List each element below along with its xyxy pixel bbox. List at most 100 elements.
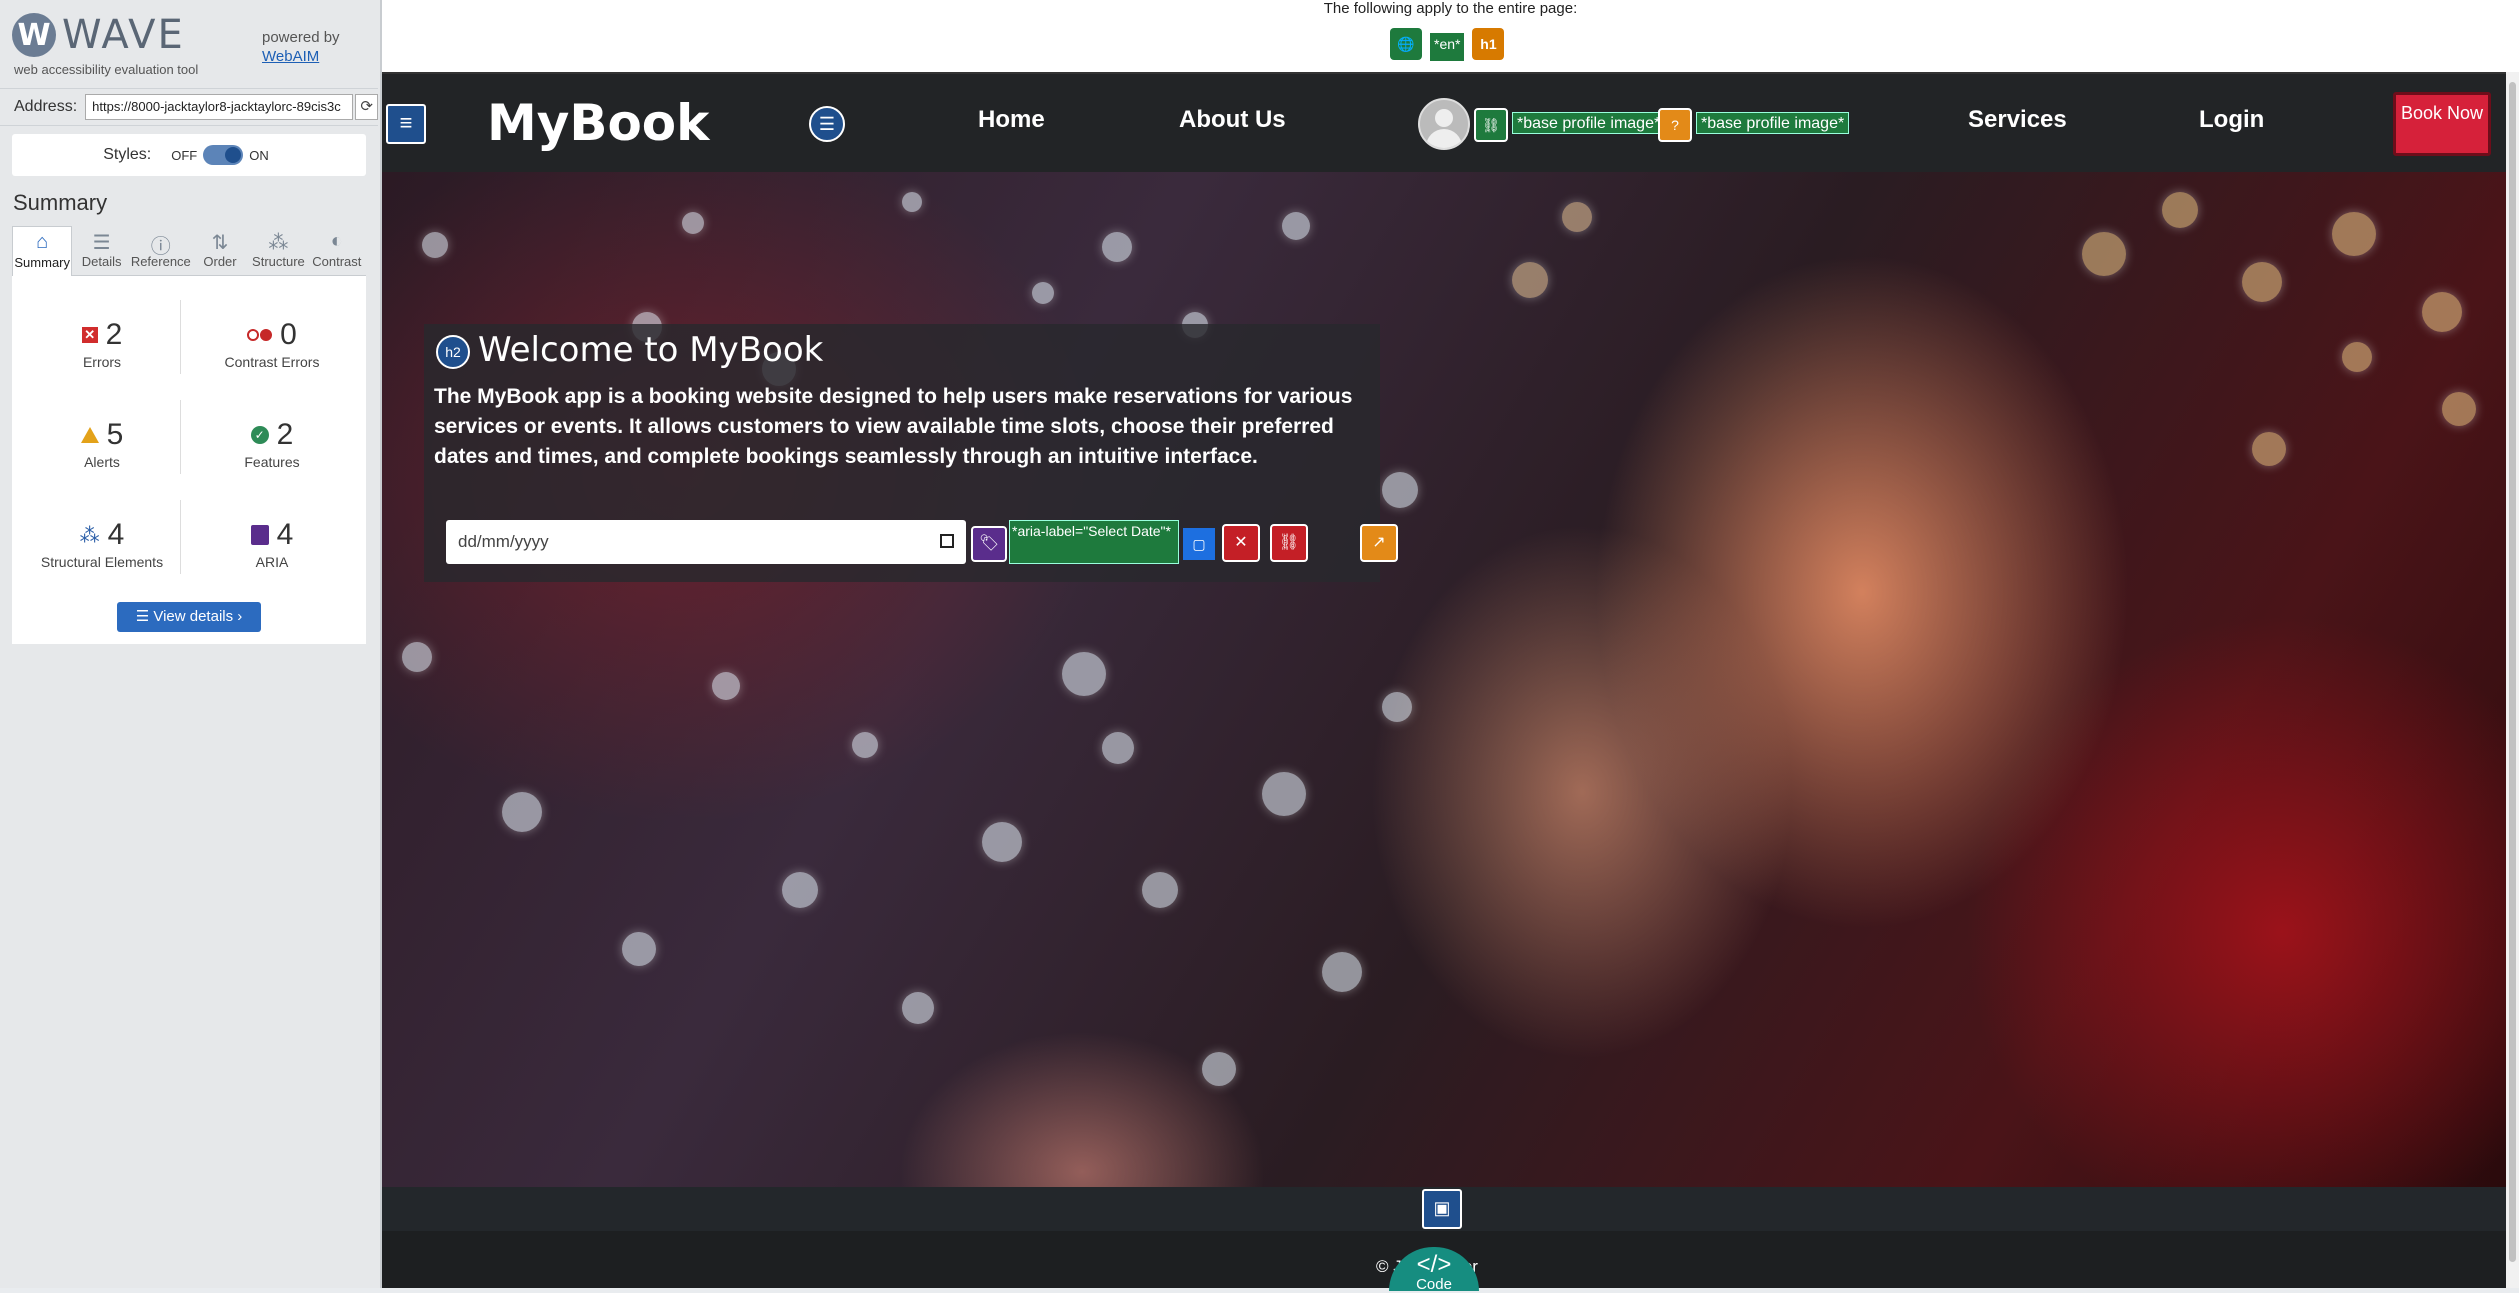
bokeh-light	[1062, 652, 1106, 696]
contrast-errors-label: Contrast Errors	[224, 354, 320, 370]
aria-label-icon[interactable]: 🏷	[971, 526, 1007, 562]
alt-text-label: *base profile image*	[1696, 112, 1850, 134]
stat-errors[interactable]: ✕ 2 Errors	[22, 318, 182, 370]
tab-details-label: Details	[81, 254, 122, 269]
styles-toggle-box: Styles: OFF ON	[12, 134, 366, 176]
wave-logo: W WAVE	[12, 12, 185, 58]
bokeh-light	[1032, 282, 1054, 304]
bokeh-light	[1282, 212, 1310, 240]
hero-section: h2 Welcome to MyBook The MyBook app is a…	[382, 172, 2506, 1187]
page-scrollbar[interactable]	[2506, 72, 2519, 1288]
bokeh-light	[502, 792, 542, 832]
tab-order[interactable]: ⇅ Order	[190, 226, 250, 276]
tab-contrast-label: Contrast	[312, 254, 362, 269]
summary-panel: ✕ 2 Errors 0 Contrast Errors 5 Alerts ✓ 2 …	[12, 276, 366, 644]
bokeh-light	[2252, 432, 2286, 466]
bokeh-light	[712, 672, 740, 700]
aria-label: ARIA	[255, 554, 289, 570]
view-details-button[interactable]: ☰ View details ›	[117, 602, 261, 632]
toggle-knob	[225, 147, 242, 163]
nav-login[interactable]: Login	[2199, 106, 2264, 134]
notice-text: The following apply to the entire page:	[1323, 0, 1578, 17]
bokeh-light	[1142, 872, 1178, 908]
list-icon: ☰	[135, 608, 154, 625]
wave-tabs: ⌂ Summary ☰ Details ⓘ Reference ⇅ Order ⁂ Str…	[12, 226, 367, 276]
stat-structural[interactable]: ⁂ 4 Structural Elements	[22, 518, 182, 570]
bokeh-light	[1382, 472, 1418, 508]
nav-services[interactable]: Services	[1968, 106, 2067, 134]
webaim-link[interactable]: WebAIM	[262, 48, 319, 65]
bokeh-light	[1322, 952, 1362, 992]
welcome-card: h2 Welcome to MyBook The MyBook app is a…	[424, 324, 1398, 582]
book-now-button[interactable]: Book Now	[2393, 92, 2491, 156]
suspicious-alt-icon[interactable]: ?	[1658, 108, 1692, 142]
footer-structure-icon[interactable]: ▣	[1422, 1189, 1462, 1229]
contrast-error-icon	[247, 329, 273, 341]
refresh-icon[interactable]: ⟳	[355, 94, 378, 120]
structural-count: 4	[107, 518, 125, 551]
bokeh-light	[2162, 192, 2198, 228]
stat-contrast-errors[interactable]: 0 Contrast Errors	[192, 318, 352, 370]
bokeh-light	[902, 192, 922, 212]
bokeh-light	[782, 872, 818, 908]
redundant-link-alert-icon[interactable]: ↗	[1360, 524, 1398, 562]
empty-link-error-icon[interactable]: ⛓	[1270, 524, 1308, 562]
bokeh-light	[2422, 292, 2462, 332]
tab-reference[interactable]: ⓘ Reference	[130, 226, 191, 276]
bokeh-light	[1562, 202, 1592, 232]
order-icon: ⇅	[211, 232, 229, 254]
contrast-icon: ◐	[330, 230, 343, 252]
aria-icon	[250, 525, 269, 545]
structure-icon: ⁂	[268, 232, 289, 254]
stat-alerts[interactable]: 5 Alerts	[22, 418, 182, 470]
bokeh-light	[402, 642, 432, 672]
error-icon: ✕	[81, 327, 98, 343]
wave-tagline: web accessibility evaluation tool	[14, 62, 199, 77]
bokeh-light	[622, 932, 656, 966]
contrast-errors-count: 0	[280, 318, 297, 351]
bokeh-light	[1202, 1052, 1236, 1086]
globe-icon[interactable]: 🌐	[1390, 28, 1422, 60]
h1-alert-icon[interactable]: h1	[1472, 28, 1505, 60]
tab-summary[interactable]: ⌂ Summary	[12, 226, 73, 276]
tab-summary-label: Summary	[14, 255, 71, 270]
bokeh-light	[422, 232, 448, 258]
list-structure-icon[interactable]: ☰	[809, 106, 845, 142]
alerts-count: 5	[106, 418, 124, 451]
date-placeholder: dd/mm/yyyy	[458, 532, 549, 551]
linked-image-icon[interactable]: ⛓	[1474, 108, 1508, 142]
stat-features[interactable]: ✓ 2 Features	[192, 418, 352, 470]
feature-icon: ✓	[250, 426, 269, 444]
stat-aria[interactable]: 4 ARIA	[192, 518, 352, 570]
nav-home[interactable]: Home	[978, 106, 1045, 134]
empty-button-error-icon[interactable]: ✕	[1222, 524, 1260, 562]
address-input[interactable]: https://8000-jacktaylor8-jacktaylorc-89c…	[85, 94, 354, 120]
scrollbar-thumb[interactable]	[2509, 82, 2516, 1262]
welcome-heading: Welcome to MyBook	[478, 330, 824, 370]
aria-label-annotation: *aria-label="Select Date"*	[1009, 520, 1179, 564]
bokeh-light	[982, 822, 1022, 862]
tab-structure[interactable]: ⁂ Structure	[249, 226, 308, 276]
styles-toggle[interactable]	[203, 145, 244, 165]
bokeh-light	[2082, 232, 2126, 276]
date-input[interactable]: dd/mm/yyyy	[446, 520, 966, 564]
bokeh-light	[852, 732, 878, 758]
bokeh-light	[1382, 692, 1412, 722]
tab-order-label: Order	[203, 254, 237, 269]
nav-about[interactable]: About Us	[1179, 106, 1286, 134]
calendar-icon[interactable]	[940, 534, 954, 548]
form-control-icon[interactable]: ▢	[1183, 528, 1215, 560]
powered-by: powered by WebAIM	[262, 28, 340, 66]
tab-structure-label: Structure	[252, 254, 305, 269]
tab-contrast[interactable]: ◐ Contrast	[307, 226, 367, 276]
bokeh-light	[2442, 392, 2476, 426]
code-toggle-button[interactable]: </> Code	[1389, 1247, 1479, 1293]
tab-details[interactable]: ☰ Details	[72, 226, 131, 276]
h2-heading-icon[interactable]: h2	[436, 335, 470, 369]
bokeh-light	[2342, 342, 2372, 372]
features-label: Features	[244, 454, 300, 470]
bokeh-light	[682, 212, 704, 234]
site-footer: ▣ © Jack Taylor </> Code	[382, 1187, 2506, 1293]
header-structure-icon[interactable]: ≡	[386, 104, 426, 144]
site-brand[interactable]: MyBook	[487, 94, 709, 152]
